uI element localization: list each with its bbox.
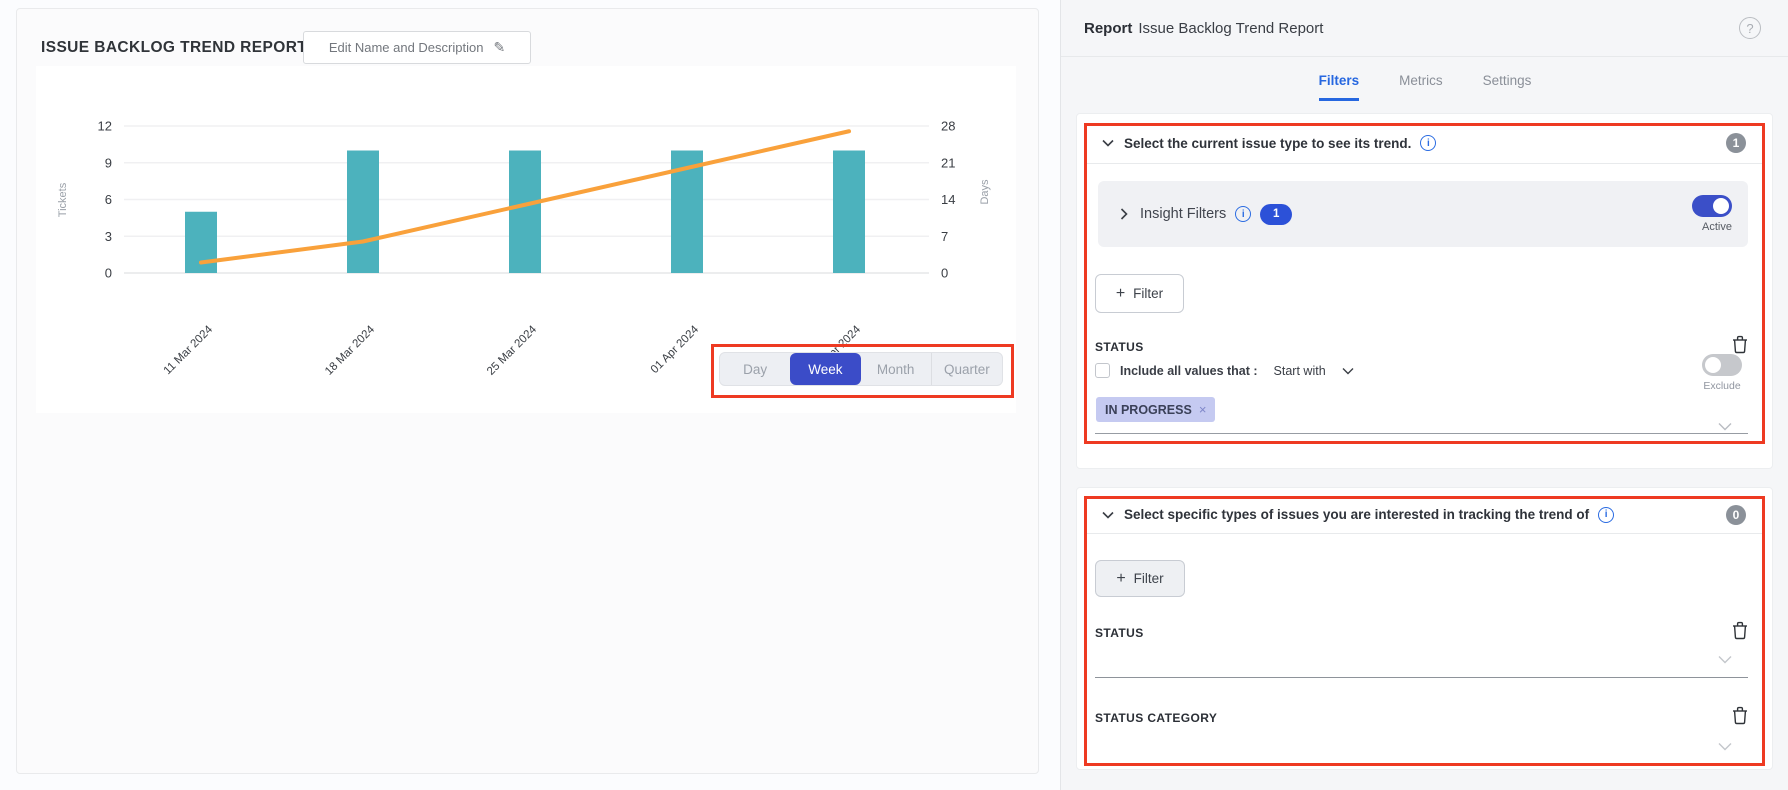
issue-backlog-trend-report-page: ISSUE BACKLOG TREND REPORT Edit Name and… xyxy=(0,0,1788,790)
section2-highlight-box xyxy=(1084,496,1765,766)
remove-tag-icon[interactable]: × xyxy=(1199,402,1207,417)
chevron-right-icon[interactable] xyxy=(1120,208,1128,220)
add-filter-button[interactable]: + Filter xyxy=(1095,274,1184,313)
svg-text:25 Mar 2024: 25 Mar 2024 xyxy=(485,323,540,378)
active-toggle-label: Active xyxy=(1702,221,1732,233)
include-values-label: Include all values that : xyxy=(1120,364,1258,378)
current-issue-type-section: Select the current issue type to see its… xyxy=(1076,113,1773,469)
help-icon[interactable]: ? xyxy=(1739,17,1761,39)
section1-highlight-box xyxy=(1084,123,1765,444)
insight-filters-label: Insight Filters xyxy=(1140,206,1226,222)
info-icon[interactable]: i xyxy=(1235,206,1251,222)
tab-filters[interactable]: Filters xyxy=(1319,73,1360,101)
section2-title: Select specific types of issues you are … xyxy=(1124,507,1589,522)
status-category-field-label: STATUS CATEGORY xyxy=(1095,711,1217,725)
svg-text:18 Mar 2024: 18 Mar 2024 xyxy=(323,323,378,378)
status-field-label: STATUS xyxy=(1095,626,1144,640)
insight-filters-row: Insight Filters i 1 Active xyxy=(1098,181,1748,247)
tag-label: IN PROGRESS xyxy=(1105,403,1192,417)
filter-button-label: Filter xyxy=(1134,571,1164,586)
section1-header: Select the current issue type to see its… xyxy=(1087,123,1762,164)
status-select-field[interactable] xyxy=(1095,677,1748,678)
svg-text:Days: Days xyxy=(979,179,991,205)
svg-text:14: 14 xyxy=(941,192,955,207)
chevron-down-icon[interactable] xyxy=(1342,367,1354,375)
svg-text:01 Apr 2024: 01 Apr 2024 xyxy=(649,323,702,376)
add-filter-button[interactable]: + Filter xyxy=(1095,560,1185,597)
period-week-button[interactable]: Week xyxy=(790,353,860,385)
exclude-toggle-label: Exclude xyxy=(1703,380,1740,392)
status-value-tag: IN PROGRESS × xyxy=(1096,397,1215,422)
insight-filters-count-badge: 1 xyxy=(1260,204,1292,225)
svg-text:21: 21 xyxy=(941,155,955,170)
include-values-checkbox[interactable] xyxy=(1095,363,1110,378)
period-toggle-group: Day Week Month Quarter xyxy=(719,352,1003,386)
svg-text:11 Mar 2024: 11 Mar 2024 xyxy=(162,323,216,377)
status-select-field[interactable] xyxy=(1095,433,1748,434)
toggle-knob xyxy=(1705,357,1721,373)
svg-text:0: 0 xyxy=(105,266,112,281)
trash-icon[interactable] xyxy=(1732,706,1748,730)
svg-text:28: 28 xyxy=(941,119,955,134)
period-month-button[interactable]: Month xyxy=(861,353,931,385)
edit-button-label: Edit Name and Description xyxy=(329,40,484,55)
period-day-button[interactable]: Day xyxy=(720,353,790,385)
toggle-knob xyxy=(1713,198,1729,214)
svg-text:9: 9 xyxy=(105,155,112,170)
chevron-down-icon[interactable] xyxy=(1102,511,1114,519)
svg-text:0: 0 xyxy=(941,266,948,281)
chevron-down-icon[interactable] xyxy=(1718,738,1732,756)
section2-count-badge: 0 xyxy=(1726,505,1746,525)
period-quarter-button[interactable]: Quarter xyxy=(931,353,1002,385)
include-values-row: Include all values that : Start with xyxy=(1095,363,1354,378)
page-title: ISSUE BACKLOG TREND REPORT xyxy=(41,39,307,57)
chevron-down-icon[interactable] xyxy=(1718,651,1732,669)
svg-text:7: 7 xyxy=(941,229,948,244)
svg-text:3: 3 xyxy=(105,229,112,244)
section2-header: Select specific types of issues you are … xyxy=(1087,496,1762,534)
exclude-toggle-group: Exclude xyxy=(1702,354,1742,392)
tab-metrics[interactable]: Metrics xyxy=(1399,73,1443,101)
svg-text:6: 6 xyxy=(105,192,112,207)
svg-text:12: 12 xyxy=(98,119,112,134)
filter-button-label: Filter xyxy=(1133,286,1163,301)
panel-tabs: Filters Metrics Settings xyxy=(1061,73,1788,101)
panel-header-title: Issue Backlog Trend Report xyxy=(1138,20,1323,37)
info-icon[interactable]: i xyxy=(1420,135,1436,151)
section1-title: Select the current issue type to see its… xyxy=(1124,136,1411,151)
exclude-toggle[interactable] xyxy=(1702,354,1742,376)
panel-header: Report Issue Backlog Trend Report ? xyxy=(1061,0,1788,57)
chevron-down-icon[interactable] xyxy=(1102,139,1114,147)
report-settings-panel: Report Issue Backlog Trend Report ? Filt… xyxy=(1060,0,1788,790)
panel-header-label: Report xyxy=(1084,20,1132,37)
section1-count-badge: 1 xyxy=(1726,133,1746,153)
active-toggle[interactable] xyxy=(1692,195,1732,217)
plus-icon: + xyxy=(1116,286,1125,302)
trash-icon[interactable] xyxy=(1732,621,1748,645)
report-chart-panel: ISSUE BACKLOG TREND REPORT Edit Name and… xyxy=(16,8,1039,774)
edit-name-description-button[interactable]: Edit Name and Description ✎ xyxy=(303,31,531,64)
tab-settings[interactable]: Settings xyxy=(1483,73,1532,101)
pencil-icon: ✎ xyxy=(493,39,505,56)
plus-icon: + xyxy=(1116,571,1125,587)
match-option-select[interactable]: Start with xyxy=(1274,364,1326,378)
info-icon[interactable]: i xyxy=(1598,507,1614,523)
status-field-label: STATUS xyxy=(1095,340,1144,354)
svg-text:Tickets: Tickets xyxy=(57,182,69,217)
specific-issue-types-section: Select specific types of issues you are … xyxy=(1076,487,1773,770)
